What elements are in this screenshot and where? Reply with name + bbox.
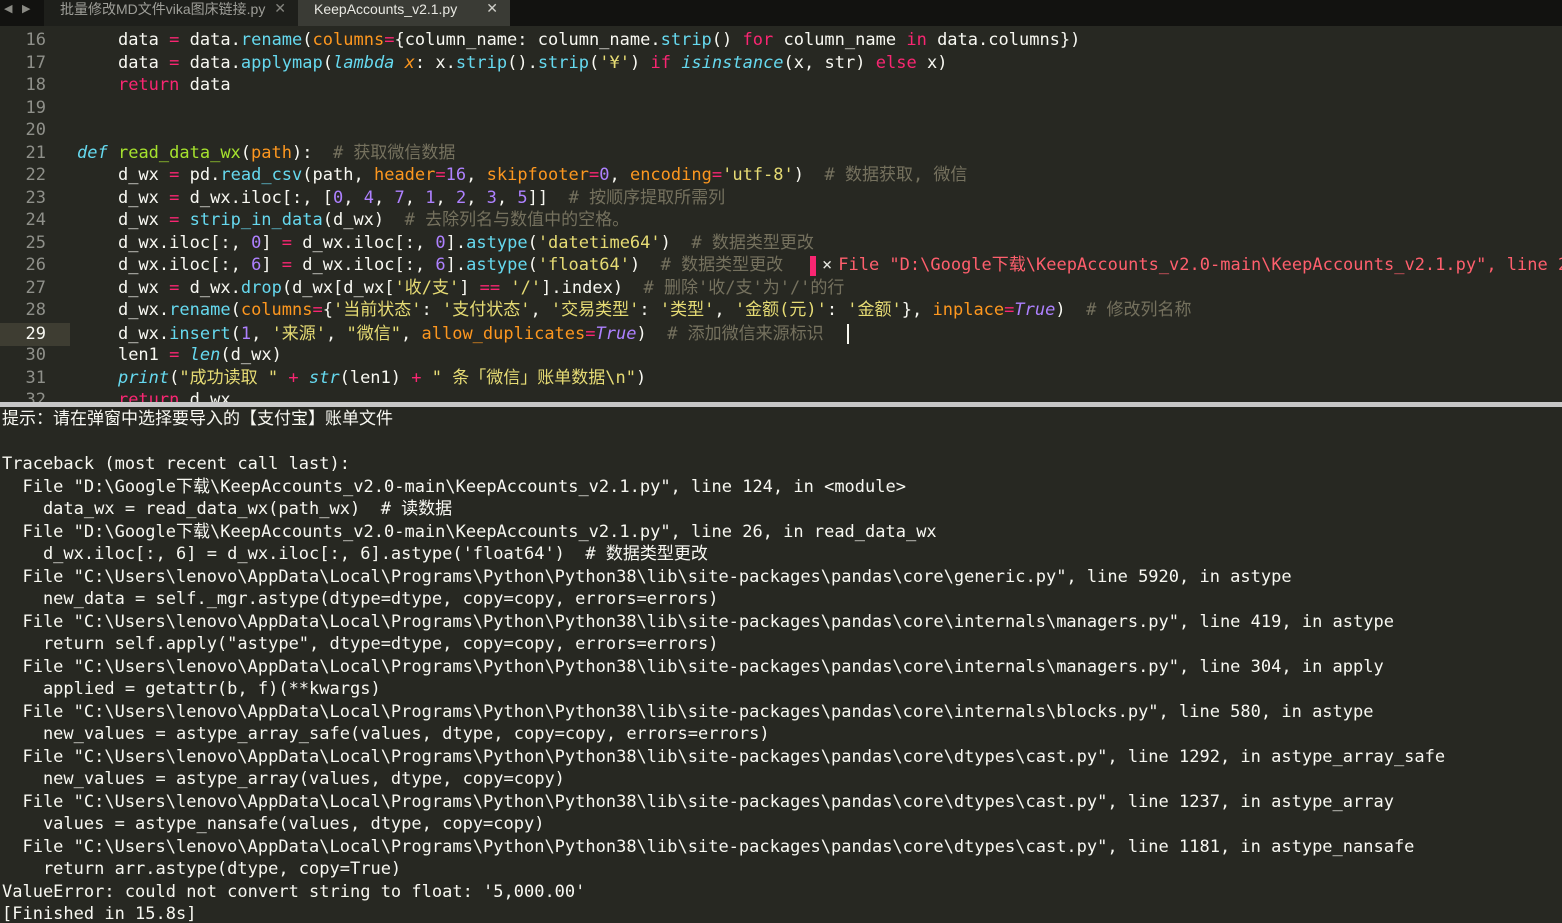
- output-line: d_wx.iloc[:, 6] = d_wx.iloc[:, 6].astype…: [2, 544, 708, 564]
- output-line: File "C:\Users\lenovo\AppData\Local\Prog…: [2, 566, 1292, 587]
- tab-keepaccounts[interactable]: KeepAccounts_v2.1.py ✕: [298, 0, 510, 26]
- code-line-23: d_wx = d_wx.iloc[:, [0, 4, 7, 1, 2, 3, 5…: [117, 187, 726, 208]
- output-line: File "D:\Google下载\KeepAccounts_v2.0-main…: [2, 476, 906, 497]
- line-number: 27: [25, 277, 46, 298]
- tab-batch-md[interactable]: 批量修改MD文件vika图床链接.py ✕: [44, 0, 298, 26]
- line-number: 17: [25, 52, 46, 73]
- line-number: 26: [25, 255, 46, 275]
- tab-label: KeepAccounts_v2.1.py: [314, 1, 458, 17]
- code-line-16: data = data.rename(columns={column_name:…: [117, 30, 1081, 50]
- code-line-25: d_wx.iloc[:, 0] = d_wx.iloc[:, 0].astype…: [117, 232, 814, 253]
- output-line: applied = getattr(b, f)(**kwargs): [2, 679, 381, 699]
- line-number-gutter: 16 17 18 19 20 21 22 23 24 25 26 27 28 2…: [0, 26, 70, 402]
- code-line-29: d_wx.insert(1, '来源', "微信", allow_duplica…: [117, 323, 824, 344]
- code-line-26: d_wx.iloc[:, 6] = d_wx.iloc[:, 6].astype…: [117, 255, 784, 275]
- close-icon[interactable]: ✕: [274, 0, 286, 18]
- line-number: 23: [25, 187, 46, 208]
- output-line: new_values = astype_array(values, dtype,…: [2, 769, 565, 789]
- output-line: 提示：请在弹窗中选择要导入的【支付宝】账单文件: [2, 409, 393, 429]
- line-number: 19: [25, 97, 46, 118]
- output-line: File "C:\Users\lenovo\AppData\Local\Prog…: [2, 791, 1394, 812]
- output-line: Traceback (most recent call last):: [2, 454, 350, 474]
- inline-error-text: File "D:\Google下载\KeepAccounts_v2.0-main…: [838, 255, 1562, 275]
- output-line-finished: [Finished in 15.8s]: [2, 904, 197, 923]
- code-line-22: d_wx = pd.read_csv(path, header=16, skip…: [117, 165, 968, 185]
- code-line-27: d_wx = d_wx.drop(d_wx[d_wx['收/支'] == '/'…: [117, 277, 845, 298]
- output-line-error: ValueError: could not convert string to …: [2, 881, 586, 902]
- line-number: 31: [25, 367, 46, 388]
- output-line: File "C:\Users\lenovo\AppData\Local\Prog…: [2, 611, 1394, 632]
- output-line: File "C:\Users\lenovo\AppData\Local\Prog…: [2, 656, 1384, 677]
- output-line: new_data = self._mgr.astype(dtype=dtype,…: [2, 589, 719, 609]
- line-number: 32: [25, 390, 46, 402]
- close-icon[interactable]: ✕: [486, 0, 498, 18]
- inline-error-annotation[interactable]: × File "D:\Google下载\KeepAccounts_v2.0-mai…: [822, 254, 1562, 277]
- dismiss-error-icon[interactable]: ×: [822, 255, 832, 275]
- text-cursor: [847, 324, 849, 344]
- output-line: return arr.astype(dtype, copy=True): [2, 859, 402, 879]
- output-line: new_values = astype_array_safe(values, d…: [2, 724, 770, 744]
- code-line-18: return data: [117, 75, 231, 95]
- code-line-28: d_wx.rename(columns={'当前状态': '支付状态', '交易…: [117, 300, 1192, 320]
- code-line-21: def read_data_wx(path): # 获取微信数据: [77, 142, 456, 163]
- line-number: 21: [25, 142, 46, 163]
- line-number: 18: [25, 75, 46, 95]
- output-line: return self.apply("astype", dtype=dtype,…: [2, 634, 719, 654]
- code-editor[interactable]: 16 17 18 19 20 21 22 23 24 25 26 27 28 2…: [0, 26, 1562, 402]
- tab-nav-arrows-icon[interactable]: ◀ ▶: [4, 0, 33, 26]
- output-line: File "C:\Users\lenovo\AppData\Local\Prog…: [2, 701, 1374, 722]
- tab-label: 批量修改MD文件vika图床链接.py: [60, 1, 266, 17]
- line-number: 24: [25, 210, 46, 230]
- tab-bar: ◀ ▶ 批量修改MD文件vika图床链接.py ✕ KeepAccounts_v…: [0, 0, 1562, 26]
- output-line: data_wx = read_data_wx(path_wx) # 读数据: [2, 499, 453, 519]
- line-number: 25: [25, 232, 46, 253]
- line-number: 16: [25, 30, 46, 50]
- code-line-31: print("成功读取 " + str(len1) + " 条「微信」账单数据\…: [117, 367, 647, 388]
- build-output-panel[interactable]: 提示：请在弹窗中选择要导入的【支付宝】账单文件 Traceback (most …: [0, 407, 1562, 923]
- line-number-current: 29: [25, 323, 46, 344]
- code-line-32: return d_wx: [117, 390, 231, 402]
- output-line: File "C:\Users\lenovo\AppData\Local\Prog…: [2, 836, 1415, 857]
- error-marker: [810, 256, 816, 276]
- line-number: 28: [25, 300, 46, 320]
- code-line-24: d_wx = strip_in_data(d_wx) # 去除列名与数值中的空格…: [117, 210, 630, 230]
- output-line: File "D:\Google下载\KeepAccounts_v2.0-main…: [2, 521, 937, 542]
- code-line-30: len1 = len(d_wx): [117, 345, 282, 365]
- output-line: values = astype_nansafe(values, dtype, c…: [2, 814, 545, 834]
- line-number: 22: [25, 165, 46, 185]
- output-line: File "C:\Users\lenovo\AppData\Local\Prog…: [2, 746, 1446, 767]
- code-line-17: data = data.applymap(lambda x: x.strip()…: [117, 52, 948, 73]
- line-number: 20: [25, 120, 46, 140]
- line-number: 30: [25, 345, 46, 365]
